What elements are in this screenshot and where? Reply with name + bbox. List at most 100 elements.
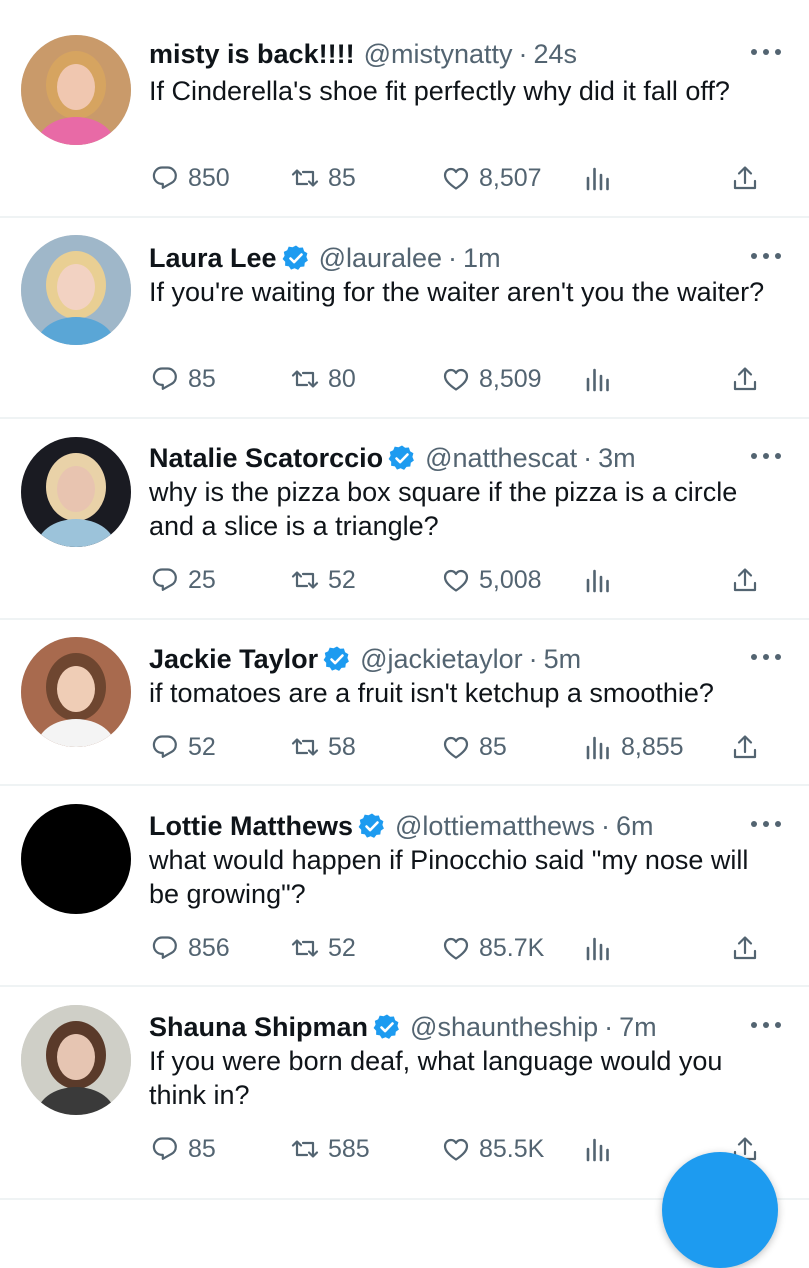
share-button[interactable] — [730, 364, 760, 394]
verified-badge-icon — [282, 245, 308, 270]
reply-button[interactable]: 856 — [150, 933, 230, 963]
like-button[interactable]: 8,509 — [441, 364, 542, 394]
views-button[interactable] — [583, 364, 613, 394]
display-name[interactable]: Jackie Taylor — [149, 644, 318, 675]
tweet-text: If Cinderella's shoe fit perfectly why d… — [149, 76, 730, 106]
more-icon[interactable] — [751, 42, 781, 62]
retweet-button[interactable]: 52 — [290, 565, 356, 595]
like-button[interactable]: 5,008 — [441, 565, 542, 595]
views-button[interactable] — [583, 1134, 613, 1164]
timestamp[interactable]: 1m — [463, 243, 501, 274]
tweet[interactable]: Laura Lee @lauralee · 1m If you're waiting f… — [0, 218, 809, 419]
like-icon — [443, 1138, 469, 1161]
retweet-button[interactable]: 52 — [290, 933, 356, 963]
views-icon — [586, 736, 609, 760]
avatar[interactable] — [21, 637, 131, 747]
more-icon[interactable] — [751, 814, 781, 834]
tweet-actions: 25 52 5,008 — [0, 565, 809, 605]
tweet-text: if tomatoes are a fruit isn't ketchup a … — [149, 678, 714, 708]
display-name[interactable]: Lottie Matthews — [149, 811, 353, 842]
retweet-icon — [291, 169, 319, 187]
like-button[interactable]: 85.5K — [441, 1134, 544, 1164]
separator-dot: · — [604, 1011, 614, 1042]
views-button[interactable]: 8,855 — [583, 732, 684, 762]
more-icon[interactable] — [751, 647, 781, 667]
reply-button[interactable]: 85 — [150, 364, 216, 394]
reply-button[interactable]: 850 — [150, 163, 230, 193]
view-count: 8,855 — [621, 732, 684, 761]
like-icon — [443, 736, 469, 759]
reply-icon — [152, 367, 177, 390]
reply-count: 856 — [188, 933, 230, 962]
share-button[interactable] — [730, 732, 760, 762]
more-icon[interactable] — [751, 246, 781, 266]
share-button[interactable] — [730, 933, 760, 963]
retweet-button[interactable]: 85 — [290, 163, 356, 193]
user-handle[interactable]: @lottiematthews — [395, 811, 595, 842]
user-handle[interactable]: @lauralee — [319, 243, 442, 274]
like-button[interactable]: 85.7K — [441, 933, 544, 963]
display-name[interactable]: Laura Lee — [149, 243, 277, 274]
views-icon — [586, 1138, 609, 1162]
reply-button[interactable]: 25 — [150, 565, 216, 595]
compose-button[interactable] — [662, 1152, 778, 1268]
display-name[interactable]: Shauna Shipman — [149, 1012, 368, 1043]
timestamp[interactable]: 6m — [616, 811, 654, 842]
tweet-header: misty is back!!!! @mistynatty · 24s — [149, 34, 739, 74]
like-count: 85 — [479, 732, 507, 761]
reply-count: 85 — [188, 1134, 216, 1163]
timestamp[interactable]: 24s — [534, 39, 578, 70]
display-name[interactable]: Natalie Scatorccio — [149, 443, 383, 474]
share-icon — [733, 568, 757, 592]
retweet-icon — [291, 939, 319, 957]
retweet-icon — [291, 738, 319, 756]
like-icon — [443, 167, 469, 190]
user-handle[interactable]: @jackietaylor — [360, 644, 522, 675]
avatar[interactable] — [21, 437, 131, 547]
verified-badge-icon — [358, 813, 384, 838]
reply-button[interactable]: 52 — [150, 732, 216, 762]
more-icon[interactable] — [751, 1015, 781, 1035]
more-icon[interactable] — [751, 446, 781, 466]
like-button[interactable]: 85 — [441, 732, 507, 762]
views-button[interactable] — [583, 565, 613, 595]
separator-dot: · — [518, 38, 528, 69]
timestamp[interactable]: 3m — [598, 443, 636, 474]
user-handle[interactable]: @mistynatty — [364, 39, 513, 70]
share-button[interactable] — [730, 163, 760, 193]
retweet-count: 585 — [328, 1134, 370, 1163]
verified-badge-icon — [388, 445, 415, 470]
tweet[interactable]: misty is back!!!! @mistynatty · 24s If Cinde… — [0, 0, 809, 218]
views-button[interactable] — [583, 163, 613, 193]
share-icon — [733, 367, 757, 391]
retweet-button[interactable]: 58 — [290, 732, 356, 762]
timestamp[interactable]: 7m — [619, 1012, 657, 1043]
tweet[interactable]: Natalie Scatorccio @natthescat · 3m why is t… — [0, 419, 809, 620]
avatar[interactable] — [21, 804, 131, 914]
tweet[interactable]: Jackie Taylor @jackietaylor · 5m if tomatoes… — [0, 620, 809, 786]
retweet-count: 52 — [328, 565, 356, 594]
user-handle[interactable]: @natthescat — [425, 443, 577, 474]
tweet[interactable]: Lottie Matthews @lottiematthews · 6m what wo… — [0, 786, 809, 987]
tweet-header: Laura Lee @lauralee · 1m — [149, 238, 739, 278]
like-icon — [443, 569, 469, 592]
display-name[interactable]: misty is back!!!! — [149, 39, 355, 70]
retweet-button[interactable]: 80 — [290, 364, 356, 394]
views-icon — [586, 368, 609, 392]
timestamp[interactable]: 5m — [544, 644, 582, 675]
like-button[interactable]: 8,507 — [441, 163, 542, 193]
reply-button[interactable]: 85 — [150, 1134, 216, 1164]
avatar[interactable] — [21, 35, 131, 145]
avatar[interactable] — [21, 235, 131, 345]
like-icon — [443, 368, 469, 391]
tweet-header: Jackie Taylor @jackietaylor · 5m — [149, 639, 739, 679]
avatar[interactable] — [21, 1005, 131, 1115]
retweet-icon — [291, 571, 319, 589]
verified-badge-icon — [323, 646, 350, 671]
user-handle[interactable]: @shauntheship — [410, 1012, 598, 1043]
views-button[interactable] — [583, 933, 613, 963]
retweet-button[interactable]: 585 — [290, 1134, 370, 1164]
share-button[interactable] — [730, 565, 760, 595]
tweet-text: what would happen if Pinocchio said "my … — [149, 845, 749, 909]
tweet-header: Lottie Matthews @lottiematthews · 6m — [149, 806, 739, 846]
